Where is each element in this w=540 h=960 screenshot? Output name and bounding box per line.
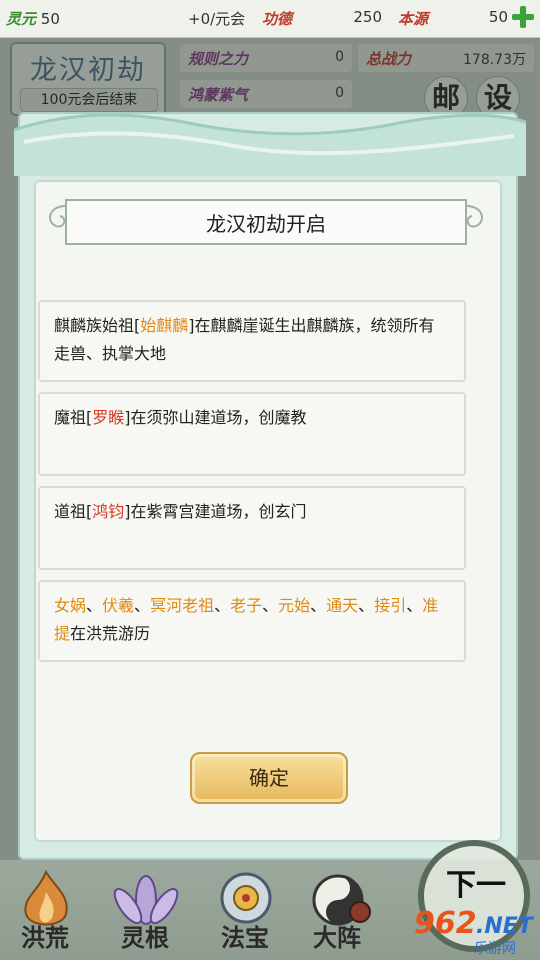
event-text-segment: 道祖[ xyxy=(54,502,93,521)
event-item-2: 魔祖[罗睺]在须弥山建道场，创魔教 xyxy=(38,392,466,476)
resource-value: +0/元会 xyxy=(188,10,246,28)
resource-rate: +0/元会 xyxy=(188,8,245,29)
event-text-segment: 、 xyxy=(134,596,151,615)
nav-label: 大阵 xyxy=(313,923,361,952)
next-turn-label: 下一 xyxy=(446,868,506,903)
resource-value: 250 xyxy=(353,8,382,26)
highlighted-name: 伏羲 xyxy=(102,596,135,615)
event-item-3: 道祖[鸿钧]在紫霄宫建道场，创玄门 xyxy=(38,486,466,570)
highlighted-name: 元始 xyxy=(278,596,311,615)
highlighted-name: 始麒麟 xyxy=(140,316,189,335)
highlighted-name: 老子 xyxy=(230,596,263,615)
event-text-segment: ]在紫霄宫建道场，创玄门 xyxy=(124,502,307,521)
nav-label: 灵根 xyxy=(121,923,169,952)
resource-label: 功德 xyxy=(262,10,293,28)
highlighted-name: 通天 xyxy=(326,596,359,615)
dialog-title-banner: 龙汉初劫开启 xyxy=(44,196,488,248)
event-text: 麒麟族始祖[始麒麟]在麒麟崖诞生出麒麟族，统领所有走兽、执掌大地 xyxy=(54,316,435,363)
highlighted-name: 冥河老祖 xyxy=(150,596,215,615)
event-text-segment: 在洪荒游历 xyxy=(70,624,151,643)
event-text-segment: 麒麟族始祖[ xyxy=(54,316,141,335)
plus-icon[interactable] xyxy=(510,4,536,30)
event-text: 道祖[鸿钧]在紫霄宫建道场，创玄门 xyxy=(54,502,307,521)
resource-label: 灵元 xyxy=(6,10,37,28)
nav-label: 法宝 xyxy=(221,923,269,952)
highlighted-name: 罗睺 xyxy=(92,408,125,427)
highlighted-name: 接引 xyxy=(374,596,407,615)
resource-lingyuan: 灵元 50 xyxy=(6,8,60,29)
resource-bar: 灵元 50 +0/元会 功德 250 本源 50 xyxy=(0,0,540,38)
event-item-4: 女娲、伏羲、冥河老祖、老子、元始、通天、接引、准提在洪荒游历 xyxy=(38,580,466,662)
event-text-segment: 、 xyxy=(358,596,375,615)
event-text-segment: 、 xyxy=(406,596,423,615)
highlighted-name: 女娲 xyxy=(54,596,87,615)
resource-value: 50 xyxy=(40,10,60,28)
dialog-header-decoration xyxy=(14,113,526,176)
event-text-segment: 、 xyxy=(310,596,327,615)
watermark-net: .NET xyxy=(476,914,533,939)
event-text: 魔祖[罗睺]在须弥山建道场，创魔教 xyxy=(54,408,307,427)
watermark-sub: 乐游网 xyxy=(474,941,516,957)
event-text: 女娲、伏羲、冥河老祖、老子、元始、通天、接引、准提在洪荒游历 xyxy=(54,596,438,643)
event-item-1: 麒麟族始祖[始麒麟]在麒麟崖诞生出麒麟族，统领所有走兽、执掌大地 xyxy=(38,300,466,382)
event-text-segment: 、 xyxy=(262,596,279,615)
resource-gongde: 功德 250 xyxy=(262,8,382,29)
confirm-button[interactable]: 确定 xyxy=(190,752,348,804)
resource-benyuan: 本源 50 xyxy=(398,8,508,29)
dialog-title: 龙汉初劫开启 xyxy=(206,212,326,236)
watermark-logo: 962 xyxy=(414,906,477,941)
event-text-segment: ]在须弥山建道场，创魔教 xyxy=(124,408,307,427)
event-text-segment: 、 xyxy=(214,596,231,615)
resource-label: 本源 xyxy=(398,10,429,28)
highlighted-name: 鸿钧 xyxy=(92,502,125,521)
event-text-segment: 、 xyxy=(86,596,103,615)
site-watermark: 962 .NET 乐游网 xyxy=(414,906,538,958)
resource-value: 50 xyxy=(488,8,508,26)
event-text-segment: 魔祖[ xyxy=(54,408,93,427)
nav-label: 洪荒 xyxy=(21,923,69,952)
